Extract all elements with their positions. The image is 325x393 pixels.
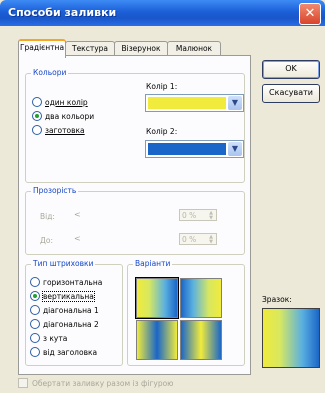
dialog-title: Способи заливки xyxy=(8,6,117,19)
transparency-legend: Прозорість xyxy=(31,186,79,195)
chevron-left-icon: < xyxy=(74,234,81,243)
radio-button[interactable] xyxy=(32,97,42,107)
fill-effects-dialog: Способи заливки ✕ Градієнтна Текстура Ві… xyxy=(0,0,325,393)
color2-swatch xyxy=(148,143,226,155)
gradient-tab-panel: Кольори один колір два кольори заготовка… xyxy=(18,55,251,375)
tab-gradient[interactable]: Градієнтна xyxy=(18,39,66,58)
preview-label: Зразок: xyxy=(262,295,292,304)
to-value-field: 0 % ▲ ▼ xyxy=(179,233,217,245)
color1-label: Колір 1: xyxy=(146,82,178,91)
radio-label: горизонтальна xyxy=(43,277,103,287)
radio-vertical[interactable]: вертикальна xyxy=(30,290,95,302)
from-label: Від: xyxy=(40,212,55,221)
radio-diagonal-down[interactable]: діагональна 2 xyxy=(30,319,99,329)
variants-legend: Варіанти xyxy=(133,259,173,268)
radio-label: два кольори xyxy=(45,111,95,121)
to-label: До: xyxy=(40,236,53,245)
radio-horizontal[interactable]: горизонтальна xyxy=(30,277,102,287)
transparency-group: Прозорість Від: < > 0 % ▲▼ До: < > 0 % ▲… xyxy=(25,186,245,255)
radio-button[interactable] xyxy=(30,347,40,357)
radio-button[interactable] xyxy=(30,277,40,287)
to-value: 0 % xyxy=(182,235,197,244)
variant-option-1[interactable] xyxy=(135,277,179,319)
from-value-field: 0 % ▲ ▼ xyxy=(179,209,217,221)
radio-from-corner[interactable]: з кута xyxy=(30,333,67,343)
variant-option-4[interactable] xyxy=(180,320,222,360)
color2-label: Колір 2: xyxy=(146,127,178,136)
from-value: 0 % xyxy=(182,211,197,220)
variant-option-2[interactable] xyxy=(180,278,222,318)
preview-swatch xyxy=(262,308,320,368)
radio-diagonal-up[interactable]: діагональна 1 xyxy=(30,305,99,315)
shading-styles-group: Тип штриховки горизонтальна вертикальна … xyxy=(25,259,123,366)
radio-preset[interactable]: заготовка xyxy=(32,125,85,135)
radio-label: діагональна 1 xyxy=(43,305,99,315)
spin-icon: ▲ ▼ xyxy=(209,234,213,245)
tab-pattern[interactable]: Візерунок xyxy=(114,41,168,56)
variants-group: Варіанти xyxy=(127,259,245,366)
radio-from-title[interactable]: від заголовка xyxy=(30,347,97,357)
radio-button[interactable] xyxy=(32,125,42,135)
tab-texture[interactable]: Текстура xyxy=(65,41,115,56)
chevron-down-icon[interactable]: ▼ xyxy=(228,96,242,110)
radio-label: один колір xyxy=(45,97,88,107)
color1-dropdown[interactable]: ▼ xyxy=(145,94,244,112)
spin-icon: ▲ ▼ xyxy=(209,210,213,221)
radio-button[interactable] xyxy=(30,319,40,329)
color1-swatch xyxy=(148,97,226,109)
radio-label: заготовка xyxy=(45,125,85,135)
color2-dropdown[interactable]: ▼ xyxy=(145,140,244,158)
radio-button-checked[interactable] xyxy=(30,291,40,301)
radio-two-colors[interactable]: два кольори xyxy=(32,111,94,121)
radio-label: з кута xyxy=(43,333,68,343)
tab-picture[interactable]: Малюнок xyxy=(167,41,221,56)
title-bar: Способи заливки ✕ xyxy=(0,0,325,26)
close-button[interactable]: ✕ xyxy=(299,3,321,25)
chevron-down-icon[interactable]: ▼ xyxy=(228,142,242,156)
shading-legend: Тип штриховки xyxy=(31,259,96,268)
radio-label: діагональна 2 xyxy=(43,319,99,329)
colors-group: Кольори один колір два кольори заготовка… xyxy=(25,68,245,183)
colors-legend: Кольори xyxy=(31,68,69,77)
cancel-button[interactable]: Скасувати xyxy=(262,84,320,103)
checkbox[interactable] xyxy=(18,378,28,388)
variant-option-3[interactable] xyxy=(136,320,178,360)
ok-button[interactable]: OK xyxy=(262,60,320,79)
rotate-with-shape-checkbox[interactable]: Обертати заливку разом із фігурою xyxy=(18,378,174,388)
radio-button[interactable] xyxy=(30,305,40,315)
chevron-left-icon: < xyxy=(74,210,81,219)
radio-button-checked[interactable] xyxy=(32,111,42,121)
checkbox-label: Обертати заливку разом із фігурою xyxy=(32,378,174,388)
radio-button[interactable] xyxy=(30,333,40,343)
radio-one-color[interactable]: один колір xyxy=(32,97,88,107)
radio-label: вертикальна xyxy=(42,290,95,302)
radio-label: від заголовка xyxy=(43,347,98,357)
